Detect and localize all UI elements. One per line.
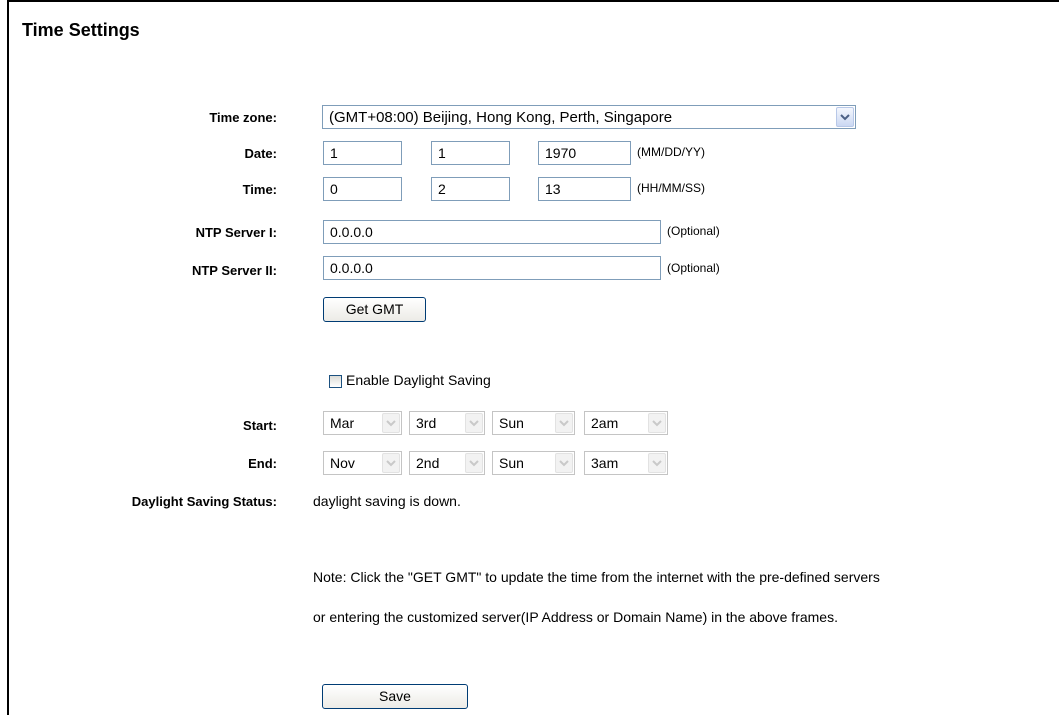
chevron-down-icon[interactable] bbox=[465, 413, 483, 433]
time-hour-input[interactable] bbox=[323, 177, 402, 201]
dst-status-label: Daylight Saving Status: bbox=[131, 494, 277, 509]
chevron-down-icon[interactable] bbox=[382, 453, 400, 473]
date-year-input[interactable] bbox=[538, 141, 631, 165]
get-gmt-button[interactable]: Get GMT bbox=[323, 297, 426, 322]
time-zone-value: (GMT+08:00) Beijing, Hong Kong, Perth, S… bbox=[329, 109, 673, 126]
time-zone-select[interactable]: (GMT+08:00) Beijing, Hong Kong, Perth, S… bbox=[322, 105, 856, 129]
ntp-server-2-input[interactable] bbox=[323, 256, 661, 280]
dst-end-hour-select[interactable]: 3am bbox=[584, 451, 668, 475]
date-day-input[interactable] bbox=[431, 141, 510, 165]
note-line-2: or entering the customized server(IP Add… bbox=[313, 609, 838, 625]
dst-start-month-select[interactable]: Mar bbox=[323, 411, 402, 435]
save-button[interactable]: Save bbox=[322, 684, 468, 709]
enable-daylight-saving-checkbox[interactable] bbox=[329, 375, 342, 388]
note-line-1: Note: Click the "GET GMT" to update the … bbox=[313, 569, 880, 585]
dst-start-hour-value: 2am bbox=[591, 415, 619, 431]
enable-daylight-saving-label: Enable Daylight Saving bbox=[346, 372, 491, 388]
chevron-down-icon[interactable] bbox=[382, 413, 400, 433]
dst-start-week-value: 3rd bbox=[416, 415, 437, 431]
chevron-down-icon[interactable] bbox=[555, 453, 573, 473]
ntp-server-1-label: NTP Server I: bbox=[195, 225, 277, 240]
chevron-down-icon[interactable] bbox=[465, 453, 483, 473]
dst-end-day-select[interactable]: Sun bbox=[492, 451, 575, 475]
dst-start-month-value: Mar bbox=[330, 415, 355, 431]
dst-start-day-value: Sun bbox=[499, 415, 524, 431]
dst-status-value: daylight saving is down. bbox=[313, 493, 461, 509]
dst-end-month-value: Nov bbox=[330, 455, 355, 471]
ntp-server-2-label: NTP Server II: bbox=[191, 263, 277, 278]
dst-end-month-select[interactable]: Nov bbox=[323, 451, 402, 475]
dst-end-week-value: 2nd bbox=[416, 455, 440, 471]
chevron-down-icon[interactable] bbox=[836, 107, 854, 127]
dst-end-week-select[interactable]: 2nd bbox=[409, 451, 485, 475]
date-label: Date: bbox=[244, 146, 277, 161]
dst-start-label: Start: bbox=[243, 418, 277, 433]
dst-end-label: End: bbox=[248, 456, 277, 471]
time-second-input[interactable] bbox=[538, 177, 631, 201]
date-month-input[interactable] bbox=[323, 141, 402, 165]
time-format-hint: (HH/MM/SS) bbox=[637, 181, 705, 195]
dst-start-week-select[interactable]: 3rd bbox=[409, 411, 485, 435]
date-format-hint: (MM/DD/YY) bbox=[637, 145, 705, 159]
dst-end-day-value: Sun bbox=[499, 455, 524, 471]
ntp-server-1-input[interactable] bbox=[323, 220, 661, 244]
ntp-server-2-optional: (Optional) bbox=[667, 261, 720, 275]
ntp-server-1-optional: (Optional) bbox=[667, 224, 720, 238]
time-label: Time: bbox=[242, 182, 277, 197]
page-title: Time Settings bbox=[22, 20, 140, 40]
chevron-down-icon[interactable] bbox=[648, 453, 666, 473]
chevron-down-icon[interactable] bbox=[555, 413, 573, 433]
dst-start-hour-select[interactable]: 2am bbox=[584, 411, 668, 435]
chevron-down-icon[interactable] bbox=[648, 413, 666, 433]
dst-start-day-select[interactable]: Sun bbox=[492, 411, 575, 435]
dst-end-hour-value: 3am bbox=[591, 455, 619, 471]
time-zone-label: Time zone: bbox=[209, 110, 277, 125]
time-minute-input[interactable] bbox=[431, 177, 510, 201]
